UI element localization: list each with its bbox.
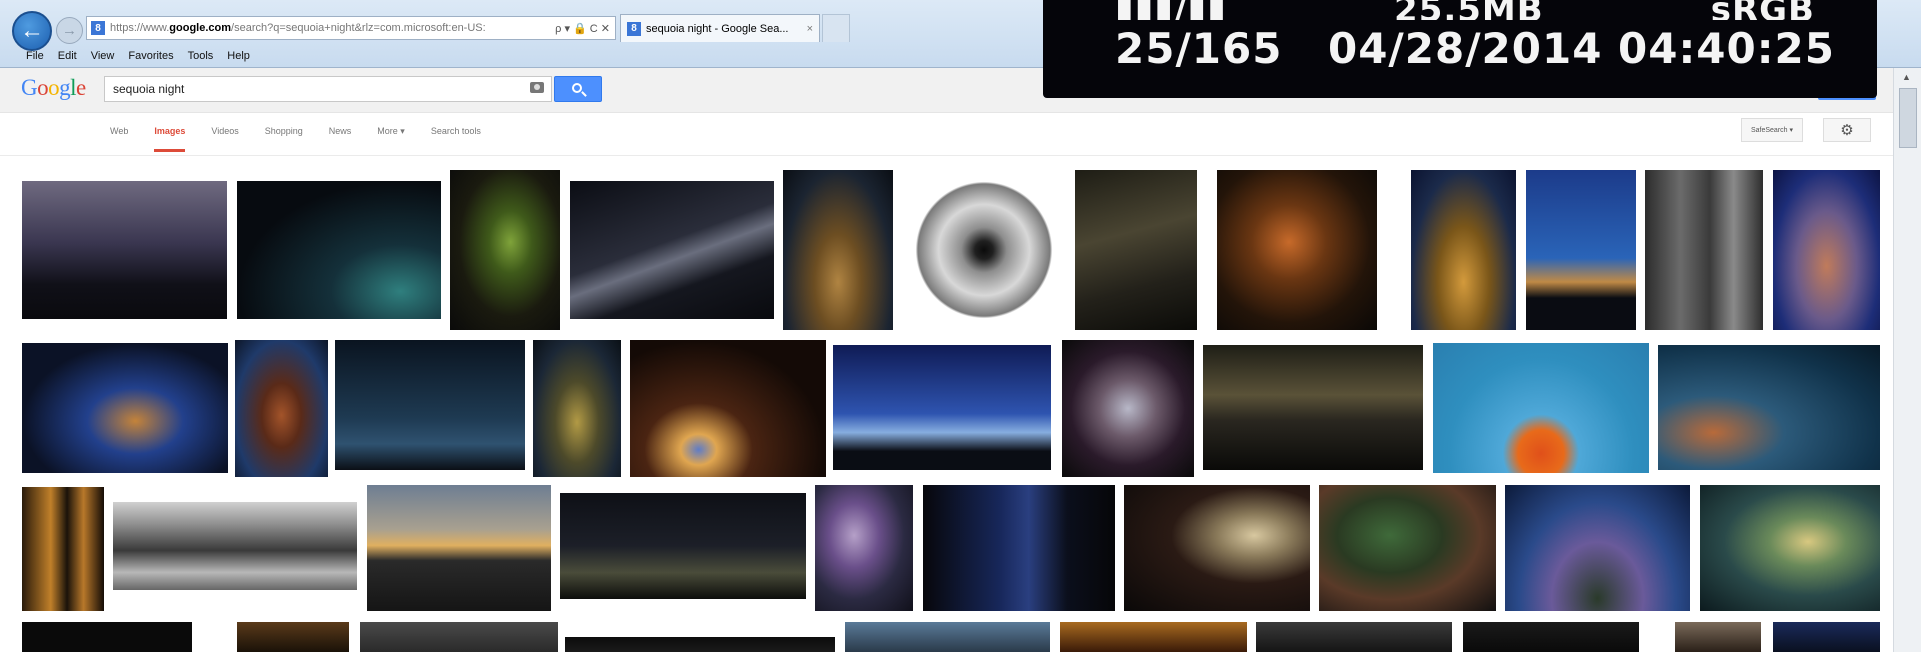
google-logo[interactable]: Google	[21, 75, 86, 101]
search-button[interactable]	[554, 76, 602, 102]
image-result[interactable]	[1463, 622, 1639, 652]
tab-shopping[interactable]: Shopping	[265, 126, 303, 152]
image-result[interactable]	[815, 485, 913, 611]
image-result[interactable]	[1433, 343, 1649, 473]
search-icon	[572, 83, 582, 93]
image-result[interactable]	[237, 622, 349, 652]
menu-file[interactable]: File	[26, 50, 44, 62]
search-nav: Web Images Videos Shopping News More ▾ S…	[0, 114, 1921, 156]
photo-info-overlay: ▮▮▮/▮▮ 25.5MB sRGB 25/165 04/28/2014 04:…	[1043, 0, 1877, 98]
image-result[interactable]	[1773, 622, 1880, 652]
close-tab-icon[interactable]: ×	[807, 23, 813, 35]
tab-search-tools[interactable]: Search tools	[431, 126, 481, 152]
menu-tools[interactable]: Tools	[188, 50, 214, 62]
overlay-counter: 25/165	[1115, 24, 1283, 73]
image-result[interactable]	[903, 170, 1065, 330]
new-tab-button[interactable]	[822, 14, 850, 42]
tab-news[interactable]: News	[329, 126, 352, 152]
image-result[interactable]	[565, 637, 835, 652]
image-result[interactable]	[1645, 170, 1763, 330]
image-result[interactable]	[1675, 622, 1761, 652]
overlay-filesize: 25.5MB	[1394, 0, 1544, 20]
image-result[interactable]	[22, 622, 192, 652]
image-result[interactable]	[22, 487, 104, 611]
scroll-up-icon[interactable]: ▲	[1902, 72, 1911, 82]
google-favicon-icon: 8	[627, 21, 641, 36]
overlay-quality: ▮▮▮/▮▮	[1115, 0, 1227, 20]
tab-sequoia-night[interactable]: 8 sequoia night - Google Sea... ×	[620, 14, 820, 42]
image-result[interactable]	[22, 343, 228, 473]
image-result[interactable]	[1700, 485, 1880, 611]
tab-videos[interactable]: Videos	[211, 126, 238, 152]
tab-web[interactable]: Web	[110, 126, 128, 152]
tab-title: sequoia night - Google Sea...	[646, 22, 789, 35]
image-result[interactable]	[1203, 345, 1423, 470]
image-result[interactable]	[845, 622, 1050, 652]
safesearch-button[interactable]: SafeSearch ▾	[1741, 118, 1803, 142]
image-result[interactable]	[450, 170, 560, 330]
image-result[interactable]	[630, 340, 826, 477]
overlay-colorspace: sRGB	[1710, 0, 1815, 20]
address-tools[interactable]: ρ ▾ 🔒 C ✕	[550, 22, 615, 35]
image-result[interactable]	[570, 181, 774, 319]
image-result[interactable]	[1505, 485, 1690, 611]
image-result[interactable]	[22, 181, 227, 319]
image-result[interactable]	[1256, 622, 1452, 652]
image-result[interactable]	[360, 622, 558, 652]
search-input[interactable]: sequoia night	[104, 76, 552, 102]
tab-more[interactable]: More ▾	[377, 126, 405, 152]
scroll-thumb[interactable]	[1899, 88, 1917, 148]
image-result[interactable]	[1658, 345, 1880, 470]
image-result[interactable]	[1062, 340, 1194, 477]
image-result[interactable]	[533, 340, 621, 477]
overlay-datetime: 04/28/2014 04:40:25	[1327, 24, 1835, 73]
menu-favorites[interactable]: Favorites	[128, 50, 173, 62]
tab-images[interactable]: Images	[154, 126, 186, 152]
camera-icon[interactable]	[530, 82, 544, 93]
image-result[interactable]	[237, 181, 441, 319]
image-result[interactable]	[1124, 485, 1310, 611]
image-result[interactable]	[1060, 622, 1247, 652]
forward-button[interactable]: →	[56, 17, 83, 44]
image-result[interactable]	[560, 493, 806, 599]
image-result[interactable]	[1773, 170, 1880, 330]
image-result[interactable]	[335, 340, 525, 470]
back-button[interactable]: ←	[12, 11, 52, 51]
google-favicon-icon: 8	[91, 21, 105, 35]
image-result[interactable]	[923, 485, 1115, 611]
menu-bar: File Edit View Favorites Tools Help	[0, 46, 250, 66]
image-result[interactable]	[113, 502, 357, 590]
gear-icon[interactable]: ⚙	[1823, 118, 1871, 142]
image-result[interactable]	[367, 485, 551, 611]
image-result[interactable]	[1217, 170, 1377, 330]
address-bar[interactable]: 8 https://www.google.com/search?q=sequoi…	[86, 16, 616, 40]
image-result[interactable]	[1411, 170, 1516, 330]
menu-help[interactable]: Help	[227, 50, 250, 62]
image-result[interactable]	[1075, 170, 1197, 330]
menu-edit[interactable]: Edit	[58, 50, 77, 62]
scrollbar[interactable]: ▲	[1893, 68, 1921, 652]
image-result[interactable]	[1526, 170, 1636, 330]
image-result[interactable]	[1319, 485, 1496, 611]
image-result[interactable]	[783, 170, 893, 330]
image-result[interactable]	[833, 345, 1051, 470]
address-url: https://www.google.com/search?q=sequoia+…	[110, 22, 486, 34]
menu-view[interactable]: View	[91, 50, 115, 62]
image-result[interactable]	[235, 340, 328, 477]
